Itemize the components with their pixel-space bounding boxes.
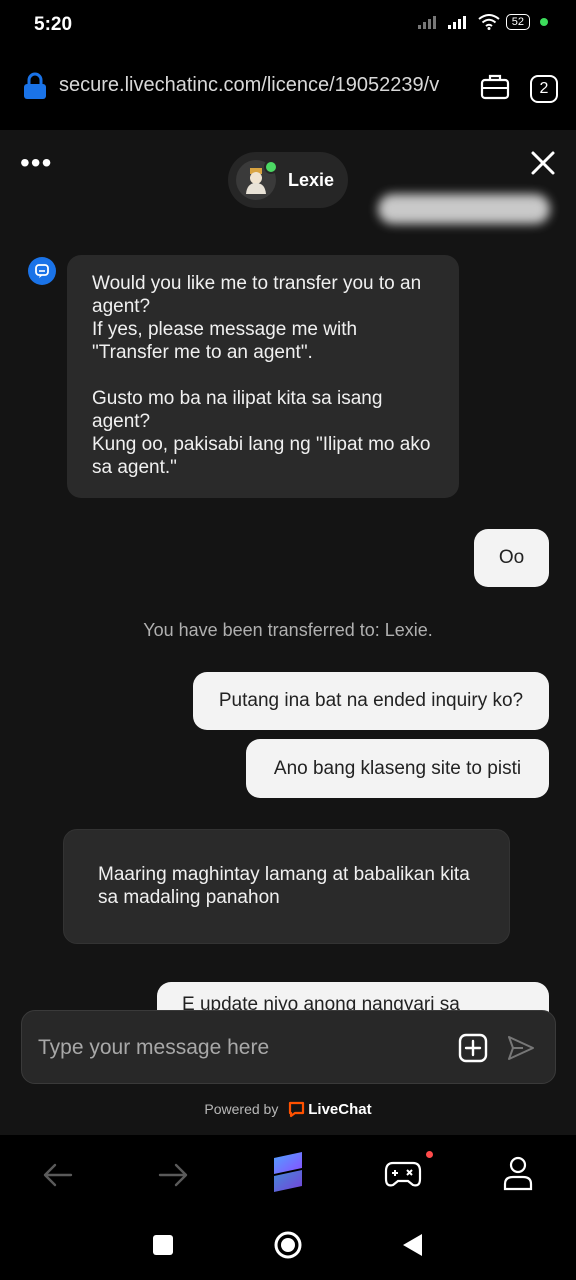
agent-message: Maaring maghintay lamang at babalikan ki… <box>63 829 510 944</box>
agent-header[interactable]: Lexie <box>228 152 348 208</box>
close-icon[interactable] <box>530 150 556 176</box>
chat-area: ••• Lexie Would you like me to transfer … <box>0 130 576 1135</box>
send-icon[interactable] <box>506 1033 536 1063</box>
livechat-brand: LiveChat <box>308 1101 372 1119</box>
system-message: You have been transferred to: Lexie. <box>143 620 433 640</box>
url-text[interactable]: secure.livechatinc.com/licence/19052239/… <box>59 74 463 97</box>
livechat-logo-icon <box>289 1101 305 1118</box>
browser-bottom-nav <box>0 1135 576 1215</box>
status-bar: 5:20 52 <box>0 0 576 50</box>
privacy-dot-icon <box>540 18 548 26</box>
home-circle-icon[interactable] <box>273 1230 303 1260</box>
powered-by[interactable]: Powered by LiveChat <box>0 1101 576 1120</box>
app-logo-icon[interactable] <box>266 1150 310 1198</box>
gamepad-icon[interactable] <box>384 1157 422 1191</box>
lock-icon <box>24 72 46 99</box>
status-icons: 52 <box>417 14 548 30</box>
powered-by-text: Powered by <box>204 1101 279 1118</box>
square-icon[interactable] <box>152 1234 174 1256</box>
menu-dots-icon[interactable]: ••• <box>20 149 52 177</box>
attach-icon[interactable] <box>458 1033 488 1063</box>
blurred-notification <box>378 194 550 224</box>
battery-indicator: 52 <box>505 14 530 30</box>
user-message: Putang ina bat na ended inquiry ko? <box>193 672 549 730</box>
bot-message: Would you like me to transfer you to an … <box>67 255 459 498</box>
message-input[interactable] <box>36 1029 440 1067</box>
briefcase-icon[interactable] <box>480 73 510 101</box>
back-arrow-icon[interactable] <box>41 1155 75 1195</box>
user-message: Oo <box>474 529 549 587</box>
agent-name: Lexie <box>288 169 335 190</box>
wifi-icon <box>478 14 500 30</box>
status-time: 5:20 <box>34 14 73 35</box>
user-message: Ano bang klaseng site to pisti <box>246 739 549 798</box>
notification-dot <box>426 1151 433 1158</box>
chat-bot-icon <box>28 257 56 285</box>
tabs-count-button[interactable]: 2 <box>530 75 558 103</box>
message-composer <box>21 1010 556 1084</box>
system-nav-bar <box>0 1215 576 1280</box>
signal-icon <box>417 16 436 29</box>
back-triangle-icon[interactable] <box>400 1232 424 1258</box>
profile-icon[interactable] <box>501 1155 535 1191</box>
forward-arrow-icon[interactable] <box>156 1155 190 1195</box>
online-status-dot <box>264 160 278 174</box>
avatar <box>236 160 278 200</box>
signal-icon-2 <box>447 16 466 29</box>
